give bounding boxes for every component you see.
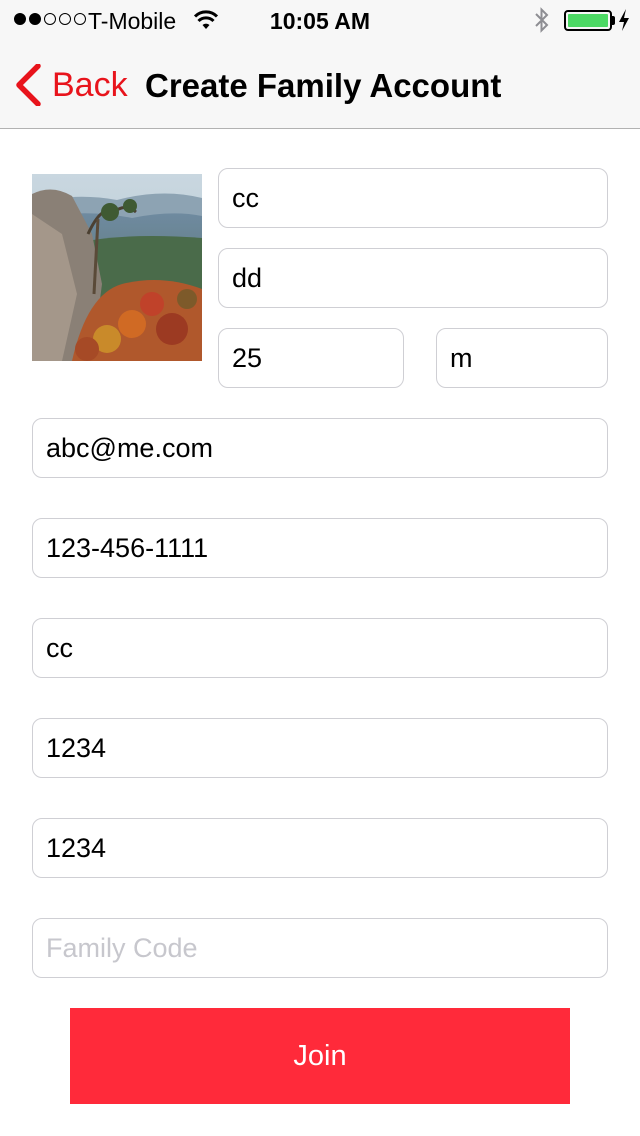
gender-field[interactable] — [436, 328, 608, 388]
email-field[interactable] — [32, 418, 608, 478]
battery-tip — [612, 16, 615, 25]
last-name-field[interactable] — [218, 248, 608, 308]
chevron-left-icon — [16, 64, 41, 106]
join-button[interactable]: Join — [70, 1008, 570, 1104]
page-title: Create Family Account — [145, 67, 502, 104]
username-field[interactable] — [32, 618, 608, 678]
screen: T-Mobile 10:05 AM Back Create Family Acc… — [0, 0, 640, 1136]
confirm-password-field[interactable] — [32, 818, 608, 878]
family-code-field[interactable] — [32, 918, 608, 978]
back-label: Back — [52, 66, 128, 104]
navigation-bar: Back Create Family Account — [0, 40, 640, 129]
back-button[interactable]: Back — [14, 64, 128, 106]
status-bar: T-Mobile 10:05 AM — [0, 0, 640, 40]
phone-field[interactable] — [32, 518, 608, 578]
first-name-field[interactable] — [218, 168, 608, 228]
password-field[interactable] — [32, 718, 608, 778]
bluetooth-icon — [533, 7, 551, 39]
age-field[interactable] — [218, 328, 404, 388]
battery-icon — [564, 10, 612, 31]
profile-photo[interactable] — [32, 174, 202, 361]
charging-bolt-icon — [618, 8, 630, 38]
